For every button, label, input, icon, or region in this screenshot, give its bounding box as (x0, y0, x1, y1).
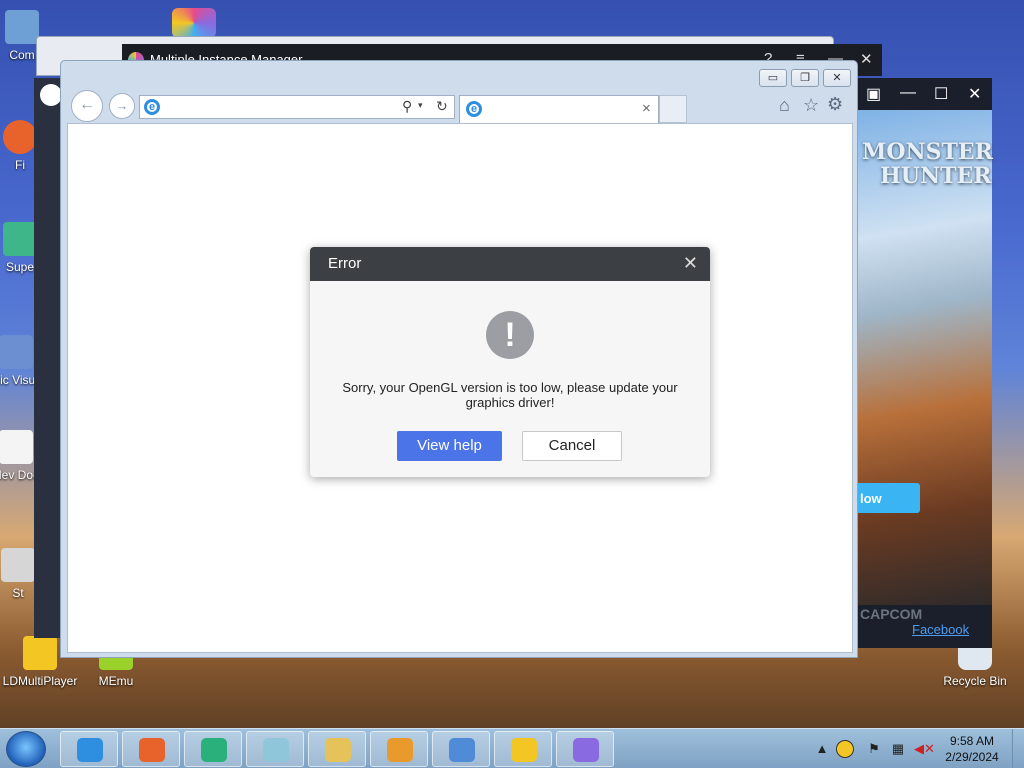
media-player-taskbar-icon (387, 738, 413, 762)
close-button[interactable]: ✕ (968, 84, 981, 104)
firefox-taskbar-button[interactable] (122, 731, 180, 767)
restore-button[interactable]: ❐ (791, 69, 819, 87)
memu-taskbar-button[interactable] (556, 731, 614, 767)
ie-icon: e (466, 101, 482, 117)
refresh-icon[interactable]: ↻ (436, 98, 448, 115)
ldplayer-logo-icon (40, 84, 62, 106)
game-logo-line2: HUNTER (880, 163, 992, 189)
explorer-taskbar-icon (325, 738, 351, 762)
document-icon (0, 430, 33, 464)
home-icon[interactable]: ⌂ (779, 95, 790, 116)
follow-button[interactable]: low (858, 483, 920, 513)
ie-icon: e (144, 99, 160, 115)
notepad-taskbar-button[interactable] (246, 731, 304, 767)
search-icon[interactable]: ⚲ (402, 98, 412, 115)
desktop-icon-label: St (12, 586, 24, 600)
ldmultiplayer-icon (23, 636, 57, 670)
edge-taskbar-button[interactable] (184, 731, 242, 767)
browser-tab[interactable]: e × (459, 95, 659, 123)
action-center-flag-icon[interactable]: ⚑ (866, 741, 882, 757)
clock[interactable]: 9:58 AM 2/29/2024 (936, 733, 1008, 765)
game-titlebar: ▣ — ☐ ✕ (858, 78, 992, 110)
maximize-button[interactable]: ☐ (934, 84, 948, 104)
app-icon (1, 548, 35, 582)
notepad-taskbar-icon (263, 738, 289, 762)
close-button[interactable]: ✕ (823, 69, 851, 87)
cancel-button[interactable]: Cancel (522, 431, 622, 461)
control-panel-taskbar-button[interactable] (432, 731, 490, 767)
forward-button[interactable]: → (109, 93, 135, 119)
clock-time: 9:58 AM (949, 734, 995, 748)
edge-taskbar-icon (201, 738, 227, 762)
memu-taskbar-icon (573, 738, 599, 762)
network-icon[interactable]: ▦ (890, 741, 906, 757)
restore-button[interactable]: ▣ (866, 84, 881, 104)
show-hidden-icons-icon[interactable]: ▲ (814, 741, 830, 757)
ldplayer-tray-icon[interactable] (836, 740, 854, 758)
media-player-taskbar-button[interactable] (370, 731, 428, 767)
desktop-icon-label: Fi (15, 158, 25, 172)
view-help-button[interactable]: View help (397, 431, 502, 461)
game-logo-line1: MONSTER (862, 139, 993, 165)
minimize-button[interactable]: ▭ (759, 69, 787, 87)
desktop-icon-label: Com (9, 48, 35, 62)
dialog-header: Error ✕ (310, 247, 710, 281)
app-icon (3, 222, 37, 256)
dialog-title: Error (328, 255, 362, 272)
game-logo: MONSTER HUNTER (862, 140, 993, 188)
firefox-icon (3, 120, 37, 154)
favorites-icon[interactable]: ☆ (803, 95, 819, 116)
ie-taskbar-icon (77, 738, 103, 762)
facebook-link[interactable]: Facebook (912, 622, 969, 637)
new-tab-button[interactable] (659, 95, 687, 123)
show-desktop-button[interactable] (1012, 729, 1024, 768)
game-launcher-window: ▣ — ☐ ✕ MONSTER HUNTER low CAPCOM Facebo… (858, 78, 993, 648)
explorer-taskbar-button[interactable] (308, 731, 366, 767)
computer-icon (5, 10, 39, 44)
back-button[interactable]: ← (71, 90, 103, 122)
desktop-icon-label: MEmu (98, 674, 134, 688)
desktop-icon-label: LDMultiPlayer (2, 674, 78, 688)
window-controls: ▭ ❐ ✕ (759, 69, 851, 87)
ldplayer-taskbar-button[interactable] (494, 731, 552, 767)
memu-icon[interactable] (172, 8, 216, 38)
chevron-down-icon[interactable]: ▾ (418, 100, 423, 111)
ie-taskbar-button[interactable] (60, 731, 118, 767)
error-message: Sorry, your OpenGL version is too low, p… (342, 380, 678, 410)
control-panel-taskbar-icon (449, 738, 475, 762)
taskbar: ▲ ⚑ ▦ ◀✕ 9:58 AM 2/29/2024 (0, 728, 1024, 768)
minimize-button[interactable]: — (900, 84, 916, 102)
close-button[interactable]: ✕ (860, 50, 873, 68)
warning-icon: ! (486, 311, 534, 359)
desktop-icon-label: Supe (5, 260, 35, 274)
ldplayer-taskbar-icon (511, 738, 537, 762)
desktop-icon-label: Recycle Bin (943, 674, 1007, 688)
tab-close-icon[interactable]: × (642, 100, 651, 117)
app-icon (0, 335, 33, 369)
volume-muted-icon[interactable]: ◀✕ (914, 741, 935, 757)
close-icon[interactable]: ✕ (683, 253, 698, 274)
error-dialog: Error ✕ ! Sorry, your OpenGL version is … (310, 247, 710, 477)
clock-date: 2/29/2024 (945, 750, 999, 764)
address-bar[interactable]: e ⚲ ▾ ↻ (139, 95, 455, 119)
start-button[interactable] (6, 731, 46, 767)
firefox-taskbar-icon (139, 738, 165, 762)
publisher-label: CAPCOM (860, 606, 923, 622)
gear-icon[interactable]: ⚙ (827, 94, 843, 115)
